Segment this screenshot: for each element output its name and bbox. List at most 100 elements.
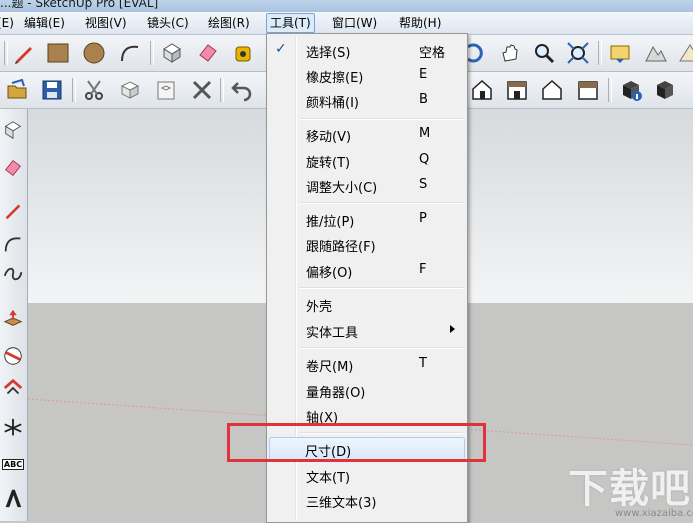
cubes-icon [657, 81, 673, 99]
house-right-icon [507, 81, 527, 100]
menu-help[interactable]: 帮助(H) [396, 14, 444, 32]
menu-item-rotate[interactable]: 旋转(T) Q [269, 148, 465, 172]
undo-arrow-icon [231, 82, 252, 102]
add-location-button[interactable] [606, 39, 634, 67]
menu-file[interactable]: (E) [0, 14, 17, 32]
left-eraser-button[interactable] [1, 153, 25, 183]
menu-item-label: 文本(T) [306, 471, 351, 486]
menu-item-tape-measure[interactable]: 卷尺(M) T [269, 352, 465, 376]
offset-icon [3, 378, 23, 395]
hand-tool-button[interactable] [496, 39, 524, 67]
line-tool-button[interactable] [10, 39, 38, 67]
menu-tools[interactable]: 工具(T) [266, 13, 315, 33]
component-icon [4, 121, 22, 140]
toolbar-separator [72, 78, 76, 102]
menu-item-label: 橡皮擦(E) [306, 71, 364, 86]
house-front-icon [472, 79, 492, 100]
right-view-button[interactable] [503, 76, 531, 104]
rectangle-tool-button[interactable] [44, 39, 72, 67]
menu-item-offset[interactable]: 偏移(O) F [269, 258, 465, 282]
menu-item-shortcut: Q [419, 152, 430, 167]
house-left-icon [578, 81, 598, 100]
toolbar-separator [4, 41, 8, 65]
paste-button[interactable] [152, 76, 180, 104]
menu-item-move[interactable]: 移动(V) M [269, 122, 465, 146]
pencil-icon [15, 47, 32, 64]
zoom-extents-button[interactable] [564, 39, 592, 67]
magnifier-icon [535, 44, 555, 64]
model-info-button[interactable] [618, 76, 646, 104]
menu-item-solid-tools[interactable]: 实体工具 [269, 318, 465, 342]
menu-item-eraser[interactable]: 橡皮擦(E) E [269, 63, 465, 87]
circle-tool-button[interactable] [80, 39, 108, 67]
menu-view[interactable]: 视图(V) [82, 14, 130, 32]
left-offset-button[interactable] [1, 373, 25, 403]
arc-icon [4, 237, 21, 252]
menu-window[interactable]: 窗口(W) [329, 14, 380, 32]
left-arc-button[interactable] [1, 229, 25, 259]
left-pushpull-button[interactable] [1, 303, 25, 333]
menu-separator [299, 202, 463, 204]
menu-item-protractor[interactable]: 量角器(O) [269, 378, 465, 402]
submenu-arrow-icon [450, 325, 455, 333]
left-text-button[interactable]: ABC [1, 449, 25, 479]
menu-item-paint-bucket[interactable]: 颜料桶(I) B [269, 88, 465, 112]
eraser-icon [199, 44, 217, 62]
left-view-button[interactable] [574, 76, 602, 104]
hand-icon [502, 44, 518, 62]
photo-textures-button[interactable] [676, 39, 693, 67]
pencil-icon [5, 204, 21, 220]
menu-item-text[interactable]: 文本(T) [269, 463, 465, 487]
left-3d-text-button[interactable] [1, 483, 25, 513]
copy-button[interactable] [116, 76, 144, 104]
menu-item-label: 选择(S) [306, 46, 351, 61]
eraser-tool-button[interactable] [194, 39, 222, 67]
toolbar-separator [220, 78, 224, 102]
tape-measure-button[interactable] [230, 39, 258, 67]
front-view-button[interactable] [468, 76, 496, 104]
left-rotate-button[interactable] [1, 341, 25, 371]
zoom-tool-button[interactable] [530, 39, 558, 67]
menu-item-scale[interactable]: 调整大小(C) S [269, 173, 465, 197]
left-freehand-button[interactable] [1, 259, 25, 289]
paste-icon [157, 81, 175, 100]
menu-edit[interactable]: 编辑(E) [21, 14, 68, 32]
menu-item-shortcut: 空格 [419, 46, 446, 61]
zoom-extents-icon [567, 42, 589, 64]
menu-item-3d-text[interactable]: 三维文本(3) [269, 488, 465, 512]
toolbar-separator [150, 41, 154, 65]
menu-camera[interactable]: 镜头(C) [144, 14, 192, 32]
menu-item-label: 跟随路径(F) [306, 240, 376, 255]
left-pencil-button[interactable] [1, 195, 25, 225]
menu-item-outer-shell[interactable]: 外壳 [269, 292, 465, 316]
menu-item-follow-me[interactable]: 跟随路径(F) [269, 232, 465, 256]
cut-button[interactable] [80, 76, 108, 104]
menu-draw[interactable]: 绘图(R) [205, 14, 253, 32]
menu-item-push-pull[interactable]: 推/拉(P) P [269, 207, 465, 231]
menu-item-label: 实体工具 [306, 326, 359, 341]
left-component-button[interactable] [1, 115, 25, 145]
arc-tool-button[interactable] [116, 39, 144, 67]
menu-item-label: 调整大小(C) [306, 181, 378, 196]
menu-item-select[interactable]: ✓ 选择(S) 空格 [269, 38, 465, 62]
save-button[interactable] [38, 76, 66, 104]
folder-open-icon [7, 78, 27, 99]
back-view-button[interactable] [538, 76, 566, 104]
title-bar: ...题 - SketchUp Pro [EVAL] [0, 0, 693, 12]
make-component-button[interactable] [158, 39, 186, 67]
terrain-button[interactable] [642, 39, 670, 67]
components-button[interactable] [652, 76, 680, 104]
menu-item-shortcut: E [419, 67, 428, 82]
tape-measure-icon [235, 46, 251, 62]
delete-button[interactable] [188, 76, 216, 104]
left-toolbar: ABC [0, 109, 28, 521]
left-axes-button[interactable] [1, 413, 25, 443]
arc-icon [121, 45, 139, 62]
check-icon: ✓ [275, 41, 287, 57]
menu-item-shortcut: S [419, 177, 428, 192]
menu-item-shortcut: B [419, 92, 428, 107]
open-button[interactable] [4, 76, 32, 104]
menu-separator [299, 347, 463, 349]
menu-item-label: 推/拉(P) [306, 215, 355, 230]
undo-button[interactable] [228, 76, 256, 104]
